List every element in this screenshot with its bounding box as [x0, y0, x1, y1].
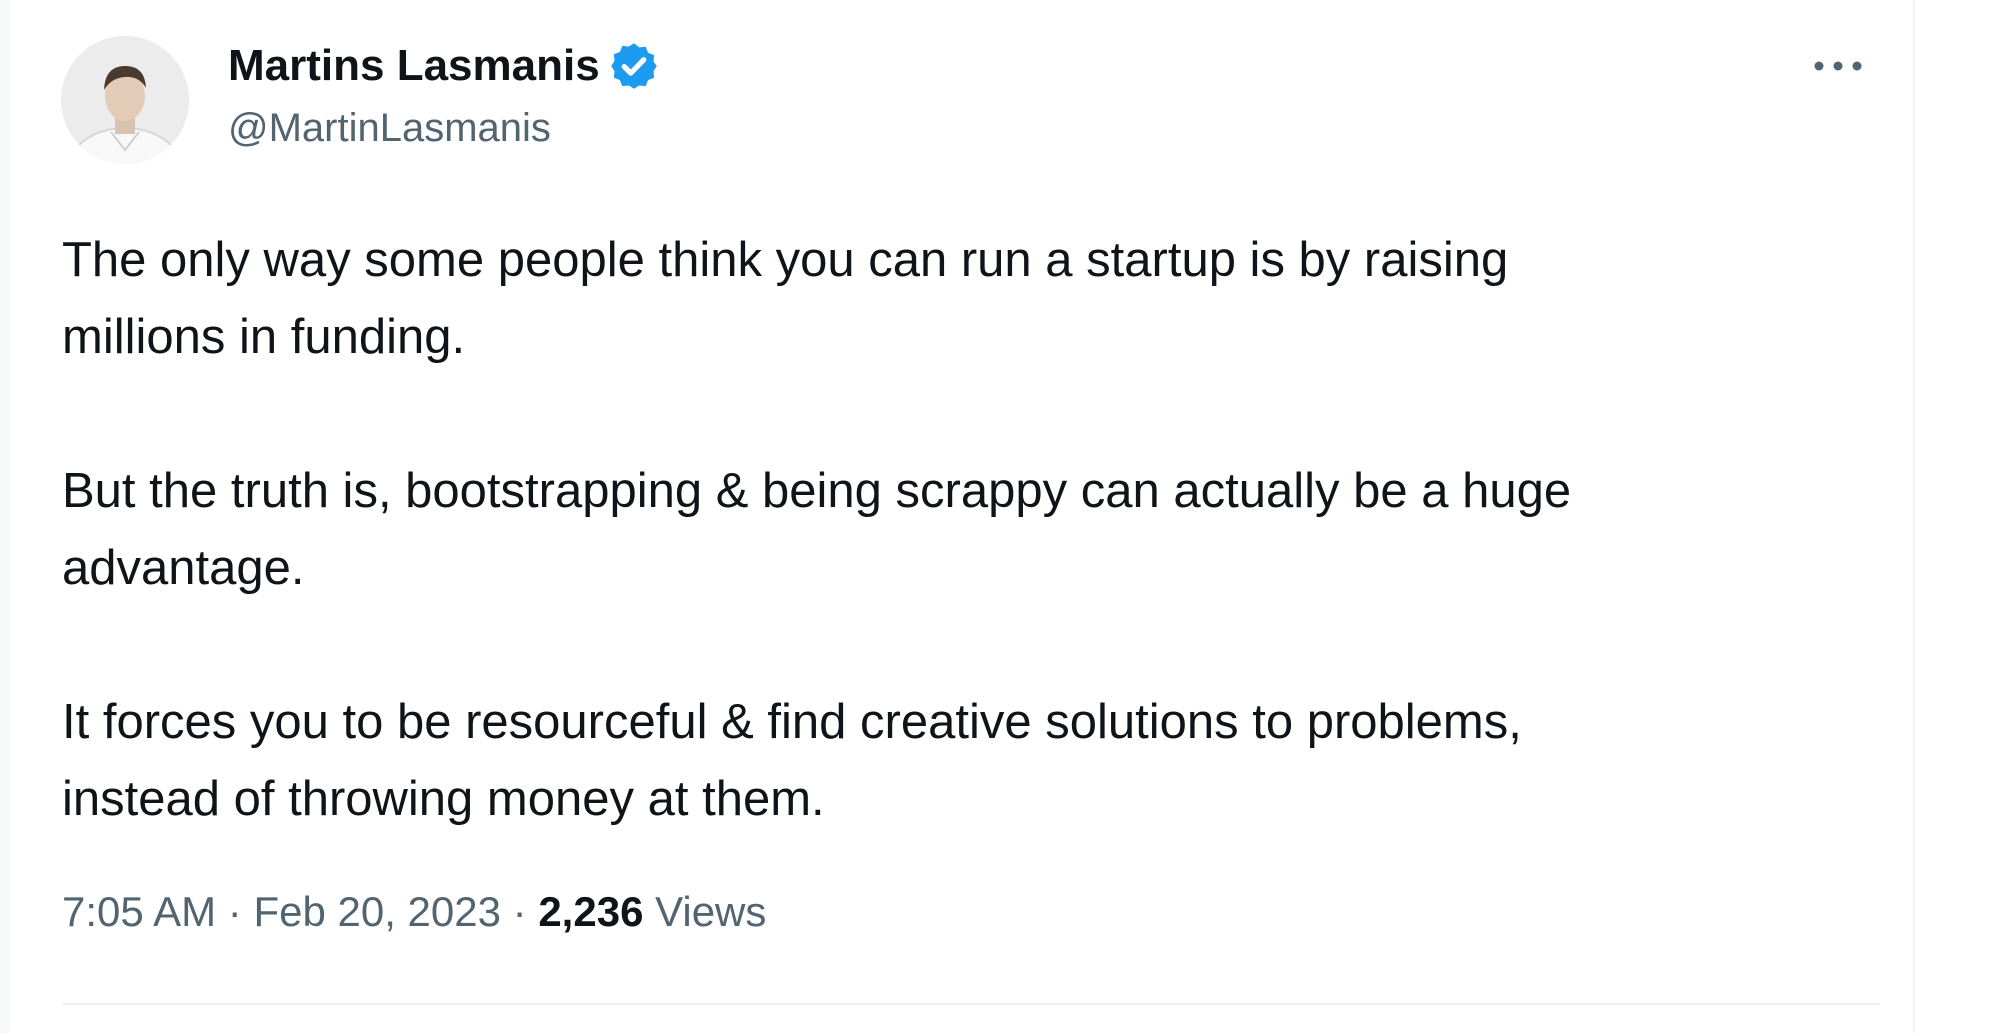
divider [62, 1003, 1880, 1005]
tweet-card: Martins Lasmanis @MartinLasmanis The onl… [10, 0, 1913, 1033]
more-dots-icon [1814, 61, 1862, 71]
tweet-time[interactable]: 7:05 AM [62, 888, 216, 935]
tweet-paragraph: The only way some people think you can r… [62, 233, 1509, 364]
verified-badge-icon [610, 43, 657, 89]
tweet-text: The only way some people think you can r… [62, 222, 1842, 915]
avatar[interactable] [61, 36, 189, 164]
author-display-name-row[interactable]: Martins Lasmanis [228, 40, 660, 92]
author-display-name[interactable]: Martins Lasmanis [228, 41, 600, 91]
tweet-paragraph: It forces you to be resourceful & find c… [62, 695, 1522, 826]
avatar-photo-icon [61, 36, 189, 164]
author-handle[interactable]: @MartinLasmanis [228, 106, 551, 151]
tweet-paragraph: But the truth is, bootstrapping & being … [62, 464, 1572, 595]
meta-separator: · [512, 888, 527, 935]
tweet-date[interactable]: Feb 20, 2023 [253, 888, 501, 935]
views-label: Views [655, 888, 767, 935]
meta-separator: · [227, 888, 242, 935]
right-column-edge [1913, 0, 2000, 1033]
views-count: 2,236 [538, 888, 644, 935]
more-options-button[interactable] [1808, 44, 1868, 88]
tweet-metadata: 7:05 AM · Feb 20, 2023 · 2,236 Views [62, 888, 766, 936]
